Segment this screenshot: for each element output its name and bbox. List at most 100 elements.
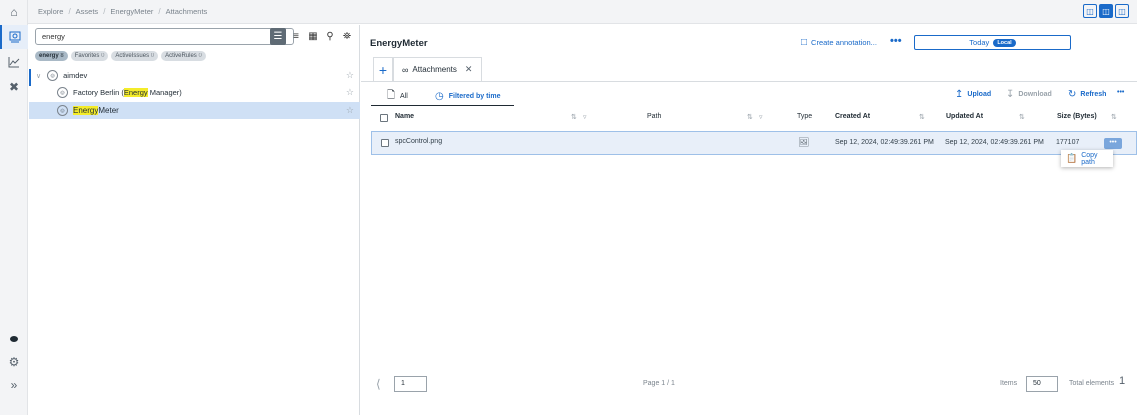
- asset-tree-panel: energy ☰ ≡ ▦ ⚲ ⛯ energy 8 Favorites 0 Ac…: [29, 25, 360, 415]
- asset-icon: ◎: [47, 70, 59, 81]
- tree-node-label: EnergyMeter: [73, 106, 119, 115]
- total-elements-label: Total elements: [1069, 380, 1115, 387]
- tree-node-factory-berlin[interactable]: ◎ Factory Berlin (Energy Manager) ☆: [29, 84, 360, 101]
- layout-right-panel-icon[interactable]: ◫: [1083, 4, 1097, 18]
- items-label: Items: [1000, 380, 1018, 387]
- upload-icon: ↥: [955, 89, 964, 100]
- asset-detail-panel: EnergyMeter □ Create annotation... ••• T…: [361, 25, 1137, 415]
- tools-icon[interactable]: ✖: [0, 75, 28, 99]
- page-indicator: Page 1 / 1: [643, 380, 675, 387]
- page-title: EnergyMeter: [370, 38, 428, 49]
- cell-updated-at: Sep 12, 2024, 02:49:39.261 PM: [945, 139, 1044, 146]
- favorite-star-icon[interactable]: ☆: [346, 87, 354, 98]
- tab-attachments[interactable]: ∞ Attachments ✕: [393, 57, 482, 82]
- asset-icon: ◎: [57, 87, 68, 98]
- tree-view-icon[interactable]: ☰: [270, 28, 286, 45]
- paperclip-icon: ∞: [402, 64, 409, 75]
- breadcrumb-explore[interactable]: Explore: [38, 7, 63, 16]
- copy-path-menu-item[interactable]: 📋 Copy path: [1061, 150, 1113, 167]
- chip-active-rules[interactable]: ActiveRules 0: [161, 51, 206, 61]
- filter-chips: energy 8 Favorites 0 ActiveIssues 0 Acti…: [35, 51, 206, 61]
- download-icon: ↧: [1006, 89, 1015, 100]
- favorite-star-icon[interactable]: ☆: [346, 70, 354, 81]
- row-checkbox[interactable]: [381, 139, 389, 147]
- settings-icon[interactable]: ⚙: [0, 350, 28, 374]
- add-tab-button[interactable]: +: [373, 57, 393, 81]
- subtab-all[interactable]: 🗋 All: [387, 88, 408, 104]
- image-file-icon: 🖼: [798, 137, 810, 147]
- chip-active-issues[interactable]: ActiveIssues 0: [111, 51, 159, 61]
- download-button[interactable]: ↧ Download: [1006, 89, 1052, 100]
- breadcrumb-assets[interactable]: Assets: [76, 7, 99, 16]
- left-rail: ⌂ ✖ ⚙ »: [0, 0, 28, 415]
- list-view-icon[interactable]: ≡: [288, 28, 304, 45]
- tree-node-label: aimdev: [63, 71, 88, 80]
- more-actions-icon[interactable]: •••: [1117, 89, 1124, 96]
- subtab-underline: [371, 105, 514, 106]
- select-all-checkbox[interactable]: [380, 114, 388, 122]
- tab-divider: [361, 81, 1137, 82]
- layout-switcher: ◫ ◫ ◫: [1083, 4, 1129, 18]
- breadcrumb-attachments: Attachments: [165, 7, 208, 16]
- chevron-down-icon[interactable]: ∨: [36, 72, 41, 80]
- subtab-filtered-by-time[interactable]: ◷ Filtered by time: [435, 88, 500, 104]
- sort-icon[interactable]: ⇅: [571, 113, 577, 121]
- timezone-badge: Local: [993, 38, 1016, 47]
- cell-size: 177107: [1056, 139, 1080, 146]
- breadcrumb-separator: /: [103, 7, 106, 16]
- map-pin-icon[interactable]: ⚲: [322, 28, 338, 45]
- column-created-at[interactable]: Created At: [835, 113, 870, 120]
- cell-created-at: Sep 12, 2024, 02:49:39.261 PM: [835, 139, 934, 146]
- row-more-button[interactable]: •••: [1104, 138, 1122, 149]
- column-type[interactable]: Type: [797, 113, 812, 120]
- items-per-page-input[interactable]: 50: [1026, 376, 1058, 392]
- time-range-selector[interactable]: Today Local: [914, 35, 1071, 50]
- sort-icon[interactable]: ⇅: [919, 113, 925, 121]
- close-icon[interactable]: ✕: [465, 64, 473, 75]
- explore-icon[interactable]: [0, 25, 28, 49]
- previous-page-icon[interactable]: ⟨: [376, 377, 381, 391]
- comment-icon: □: [801, 37, 808, 48]
- clipboard-icon: 📋: [1066, 153, 1078, 163]
- chip-favorites[interactable]: Favorites 0: [70, 51, 109, 61]
- file-icon: 🗋: [387, 89, 396, 101]
- layout-split-icon[interactable]: ◫: [1099, 4, 1113, 18]
- expand-icon[interactable]: »: [0, 373, 28, 397]
- filter-icon[interactable]: ▿: [583, 113, 587, 121]
- breadcrumb-energymeter[interactable]: EnergyMeter: [110, 7, 153, 16]
- column-updated-at[interactable]: Updated At: [946, 113, 983, 120]
- chip-energy[interactable]: energy 8: [35, 51, 68, 61]
- total-elements-value: 1: [1119, 375, 1126, 387]
- sort-icon[interactable]: ⇅: [747, 113, 753, 121]
- chart-icon[interactable]: [0, 50, 28, 74]
- column-size[interactable]: Size (Bytes): [1057, 113, 1097, 120]
- more-options-icon[interactable]: •••: [890, 35, 902, 47]
- tree-node-label: Factory Berlin (Energy Manager): [73, 88, 182, 97]
- breadcrumb-separator: /: [68, 7, 71, 16]
- breadcrumb-separator: /: [158, 7, 161, 16]
- refresh-button[interactable]: ↻ Refresh: [1068, 89, 1106, 100]
- tree-node-energymeter[interactable]: ◎ EnergyMeter ☆: [29, 102, 360, 119]
- sort-icon[interactable]: ⇅: [1111, 113, 1117, 121]
- hierarchy-icon[interactable]: ⛯: [339, 28, 355, 45]
- create-annotation-button[interactable]: □ Create annotation...: [801, 37, 877, 48]
- grid-view-icon[interactable]: ▦: [305, 28, 321, 45]
- assistant-icon[interactable]: [0, 326, 28, 350]
- home-icon[interactable]: ⌂: [0, 0, 28, 24]
- cell-name: spcControl.png: [395, 138, 443, 145]
- favorite-star-icon[interactable]: ☆: [346, 105, 354, 116]
- filter-icon[interactable]: ▿: [759, 113, 763, 121]
- layout-left-panel-icon[interactable]: ◫: [1115, 4, 1129, 18]
- column-name[interactable]: Name: [395, 113, 414, 120]
- page-number-input[interactable]: 1: [394, 376, 427, 392]
- upload-button[interactable]: ↥ Upload: [955, 89, 991, 100]
- tree-node-aimdev[interactable]: ∨ ◎ aimdev ☆: [29, 67, 360, 84]
- breadcrumb: Explore / Assets / EnergyMeter / Attachm…: [38, 7, 207, 16]
- refresh-icon: ↻: [1068, 89, 1077, 100]
- search-input[interactable]: energy: [35, 28, 294, 45]
- clock-icon: ◷: [435, 90, 444, 102]
- column-path[interactable]: Path: [647, 113, 661, 120]
- sort-icon[interactable]: ⇅: [1019, 113, 1025, 121]
- asset-icon: ◎: [57, 105, 68, 116]
- app-root: ⌂ ✖ ⚙ » Explore / Assets / EnergyMeter /…: [0, 0, 1137, 415]
